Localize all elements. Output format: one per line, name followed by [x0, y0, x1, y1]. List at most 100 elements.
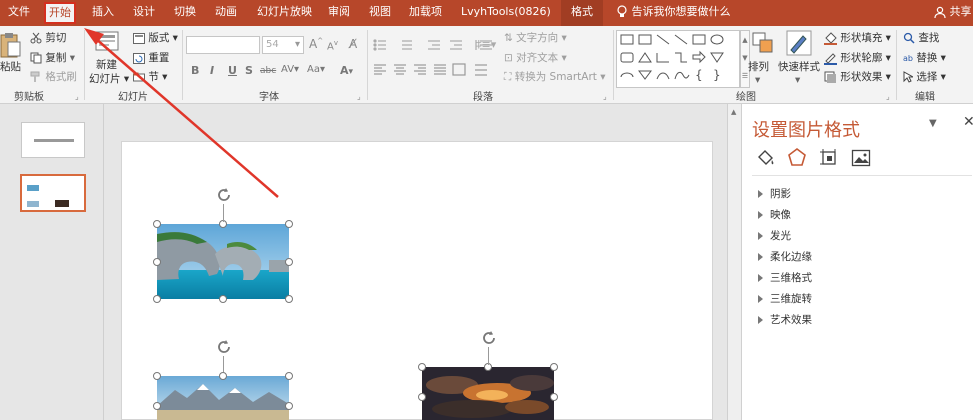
reset-button[interactable]: 重置	[133, 51, 169, 65]
line-spacing-button[interactable]: ‡≡▾	[476, 38, 496, 51]
bold-button[interactable]: B	[191, 64, 199, 77]
resize-handle[interactable]	[153, 372, 161, 380]
resize-handle[interactable]	[285, 295, 293, 303]
shapes-gallery-scroll[interactable]: ▲ ▼ ☰	[740, 30, 750, 88]
italic-button[interactable]: I	[210, 64, 214, 77]
rotate-handle-icon[interactable]	[215, 338, 233, 356]
tab-lvyhtools[interactable]: LvyhTools(0826)	[461, 0, 551, 26]
tab-file[interactable]: 文件	[8, 0, 30, 26]
scroll-up-icon[interactable]: ▲	[731, 108, 736, 116]
thumbnail-image	[27, 201, 39, 207]
launcher-icon[interactable]: ⌟	[603, 92, 607, 101]
resize-handle[interactable]	[550, 393, 558, 401]
new-slide-button[interactable]: 幻灯片 ▾	[89, 72, 129, 86]
fill-line-tab[interactable]	[756, 148, 776, 171]
select-button[interactable]: 选择 ▾	[903, 70, 946, 84]
picture-tab[interactable]	[851, 148, 871, 171]
resize-handle[interactable]	[153, 257, 161, 266]
replace-button[interactable]: ab 替换 ▾	[903, 51, 946, 66]
close-icon[interactable]: ✕	[963, 114, 973, 130]
strikethrough-button[interactable]: abc	[260, 66, 276, 76]
text-direction-button[interactable]: ⇅ 文字方向 ▾	[504, 31, 567, 45]
change-case-button[interactable]: Aa▾	[307, 64, 325, 75]
char-spacing-button[interactable]: AV▾	[281, 64, 299, 75]
tab-design[interactable]: 设计	[133, 0, 155, 26]
launcher-icon[interactable]: ⌟	[357, 92, 361, 101]
effects-tab[interactable]	[786, 147, 808, 172]
vertical-scrollbar[interactable]: ▲	[727, 104, 741, 420]
text-shadow-button[interactable]: S	[245, 64, 253, 77]
tab-animations[interactable]: 动画	[215, 0, 237, 26]
resize-handle[interactable]	[285, 402, 293, 410]
font-color-button[interactable]: A▾	[340, 64, 353, 77]
pane-section[interactable]: 映像	[758, 207, 791, 222]
format-painter-button[interactable]: 格式刷	[30, 70, 77, 84]
resize-handle[interactable]	[153, 295, 161, 303]
cut-button[interactable]: 剪切	[30, 31, 66, 45]
pane-section[interactable]: 三维旋转	[758, 291, 812, 306]
tab-home[interactable]: 开始	[44, 2, 76, 24]
new-slide-icon[interactable]	[95, 30, 121, 54]
tab-format[interactable]: 格式	[561, 0, 603, 26]
tab-slideshow[interactable]: 幻灯片放映	[257, 0, 312, 26]
pane-section[interactable]: 阴影	[758, 186, 791, 201]
align-text-button[interactable]: ⊡ 对齐文本 ▾	[504, 51, 567, 65]
pane-section[interactable]: 发光	[758, 228, 791, 243]
grow-font-button[interactable]: A^	[309, 37, 323, 51]
shape-fill-button[interactable]: 形状填充 ▾	[824, 31, 891, 45]
tab-transitions[interactable]: 切换	[174, 0, 196, 26]
slide-thumbnail-2[interactable]	[20, 174, 86, 212]
copy-label: 复制	[45, 52, 67, 64]
resize-handle[interactable]	[285, 220, 293, 228]
resize-handle[interactable]	[219, 295, 227, 303]
font-size-input[interactable]: 54 ▾	[262, 36, 304, 54]
paste-label[interactable]: 粘贴	[0, 60, 21, 74]
arrange-button[interactable]	[752, 32, 774, 57]
pane-section[interactable]: 柔化边缘	[758, 249, 812, 264]
resize-handle[interactable]	[418, 363, 426, 371]
shape-outline-label: 形状轮廓	[840, 52, 883, 64]
align-buttons[interactable]	[372, 63, 497, 77]
slide-thumbnail-1[interactable]	[21, 122, 85, 158]
pane-section[interactable]: 艺术效果	[758, 312, 812, 327]
resize-handle[interactable]	[153, 402, 161, 410]
rotate-handle-icon[interactable]	[480, 329, 498, 347]
resize-handle[interactable]	[285, 372, 293, 380]
shrink-font-button[interactable]: Av	[327, 39, 338, 52]
shape-effects-button[interactable]: 形状效果 ▾	[824, 70, 891, 84]
clear-format-icon[interactable]: A̸	[349, 37, 357, 51]
pane-section[interactable]: 三维格式	[758, 270, 812, 285]
section-button[interactable]: 节 ▾	[133, 70, 167, 84]
shape-outline-button[interactable]: 形状轮廓 ▾	[824, 51, 891, 65]
launcher-icon[interactable]: ⌟	[886, 92, 890, 101]
resize-handle[interactable]	[219, 372, 227, 380]
new-slide-label-1[interactable]: 新建	[96, 58, 117, 72]
resize-handle[interactable]	[550, 363, 558, 371]
tab-view[interactable]: 视图	[369, 0, 391, 26]
size-properties-tab[interactable]	[819, 148, 839, 171]
pane-options-dropdown[interactable]: ▼	[929, 118, 937, 129]
sunset-clouds-image[interactable]	[422, 367, 554, 420]
mountain-image[interactable]	[157, 376, 289, 420]
resize-handle[interactable]	[285, 257, 293, 266]
sea-arch-image[interactable]	[157, 224, 289, 299]
underline-button[interactable]: U	[228, 64, 237, 77]
tab-review[interactable]: 审阅	[328, 0, 350, 26]
tell-me-box[interactable]: 告诉我你想要做什么	[616, 0, 731, 26]
shapes-gallery[interactable]: {}	[616, 30, 740, 88]
rotate-handle-icon[interactable]	[215, 186, 233, 204]
copy-button[interactable]: 复制 ▾	[30, 51, 75, 65]
paste-button[interactable]	[0, 32, 22, 58]
tab-addins[interactable]: 加载项	[409, 0, 442, 26]
layout-button[interactable]: 版式 ▾	[133, 31, 178, 45]
resize-handle[interactable]	[418, 393, 426, 401]
tab-insert[interactable]: 插入	[92, 0, 114, 26]
quick-styles-button[interactable]	[786, 30, 812, 59]
find-button[interactable]: 查找	[903, 31, 939, 45]
font-name-input[interactable]	[186, 36, 260, 54]
share-button[interactable]: 共享	[934, 0, 972, 26]
smartart-button[interactable]: ⛶ 转换为 SmartArt ▾	[504, 70, 606, 84]
resize-handle[interactable]	[153, 220, 161, 228]
launcher-icon[interactable]: ⌟	[75, 92, 79, 101]
pen-icon	[824, 52, 837, 65]
